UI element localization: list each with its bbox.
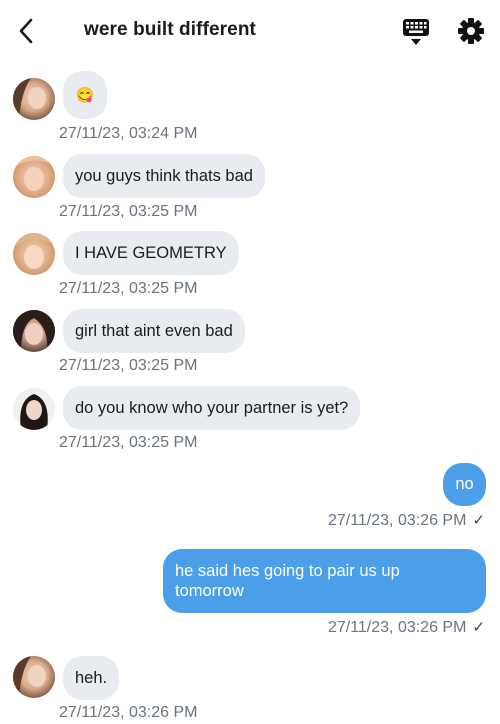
message-text: 😋: [75, 87, 95, 104]
keyboard-button[interactable]: [402, 18, 430, 46]
message-text: you guys think thats bad: [75, 166, 253, 185]
message-bubble[interactable]: I HAVE GEOMETRY: [63, 231, 239, 275]
message-timestamp: 27/11/23, 03:24 PM: [59, 125, 198, 142]
timestamp-text: 27/11/23, 03:26 PM: [327, 619, 467, 636]
message-timestamp: 27/11/23, 03:26 PM ✓: [328, 618, 485, 637]
avatar[interactable]: [13, 233, 55, 275]
avatar[interactable]: [13, 156, 55, 198]
message-timestamp: 27/11/23, 03:25 PM: [59, 280, 198, 297]
keyboard-icon: [403, 19, 429, 45]
message-text: do you know who your partner is yet?: [75, 398, 349, 417]
message-bubble-outgoing[interactable]: he said hes going to pair us up tomorrow: [163, 549, 486, 613]
message-text: no: [455, 475, 474, 493]
message-timestamp: 27/11/23, 03:25 PM: [59, 357, 198, 374]
delivered-check-icon: ✓: [472, 512, 485, 529]
chat-header: were built different: [0, 0, 500, 62]
settings-button[interactable]: [457, 17, 485, 45]
avatar[interactable]: [13, 656, 55, 698]
gear-icon: [458, 18, 484, 44]
message-bubble[interactable]: heh.: [63, 656, 120, 700]
message-bubble-outgoing[interactable]: no: [443, 463, 486, 506]
delivered-check-icon: ✓: [472, 619, 485, 636]
message-bubble[interactable]: do you know who your partner is yet?: [63, 386, 361, 430]
timestamp-text: 27/11/23, 03:26 PM: [327, 512, 467, 529]
message-text: I HAVE GEOMETRY: [75, 243, 227, 262]
message-bubble[interactable]: you guys think thats bad: [63, 154, 265, 198]
message-timestamp: 27/11/23, 03:25 PM: [59, 434, 198, 451]
message-bubble[interactable]: girl that aint even bad: [63, 309, 245, 353]
message-timestamp: 27/11/23, 03:25 PM: [59, 203, 198, 220]
message-timestamp: 27/11/23, 03:26 PM ✓: [328, 511, 485, 530]
message-text: girl that aint even bad: [75, 321, 233, 340]
chat-title: were built different: [84, 19, 256, 40]
avatar[interactable]: [13, 310, 55, 352]
message-text: heh.: [75, 668, 108, 687]
message-text: he said hes going to pair us up tomorrow: [175, 562, 400, 600]
avatar[interactable]: [13, 78, 55, 120]
chevron-left-icon: [19, 18, 33, 44]
message-timestamp: 27/11/23, 03:26 PM: [59, 704, 198, 721]
back-button[interactable]: [12, 14, 40, 48]
message-bubble[interactable]: 😋: [63, 71, 107, 119]
avatar[interactable]: [13, 388, 55, 430]
